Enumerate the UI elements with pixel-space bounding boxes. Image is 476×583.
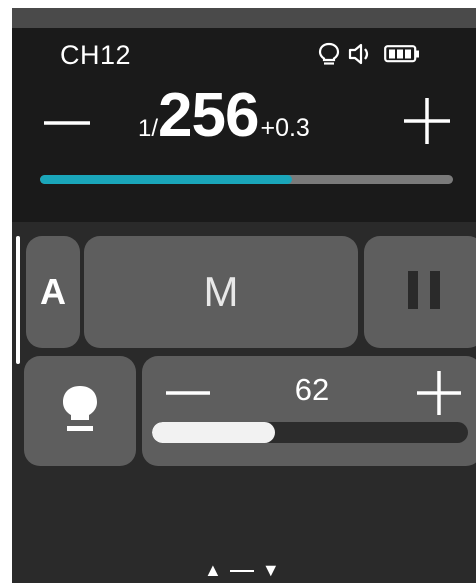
power-decrease-button[interactable]	[164, 378, 212, 408]
modeling-lamp-button[interactable]	[24, 356, 136, 466]
manual-mode-button[interactable]: M	[84, 236, 358, 348]
power-slider-fill	[152, 422, 276, 443]
power-control: 62	[142, 356, 476, 466]
status-icons	[318, 42, 420, 66]
channel-label: CH12	[60, 40, 132, 70]
top-strip	[12, 8, 476, 28]
power-increase-button[interactable]	[414, 368, 464, 418]
auto-mode-label: A	[40, 271, 66, 312]
page-up-arrow[interactable]: ▲	[204, 560, 222, 581]
page-down-arrow[interactable]: ▼	[262, 560, 280, 581]
flash-bulb-icon	[318, 42, 340, 66]
shutter-numerator: 1/	[138, 115, 159, 142]
device-screen: CH12 1/ 256 +0.3 A M 62 ▲ ▼	[12, 8, 476, 583]
auto-mode-button[interactable]: A	[26, 236, 80, 348]
shutter-progress-bar	[40, 175, 453, 184]
shutter-speed-display: 1/ 256 +0.3	[138, 80, 310, 151]
shutter-decrease-button[interactable]	[42, 105, 92, 141]
pause-icon	[404, 269, 444, 316]
exposure-compensation: +0.3	[260, 114, 310, 142]
control-panel: A M 62 ▲ ▼	[12, 222, 476, 583]
manual-mode-label: M	[203, 268, 239, 315]
lamp-icon	[59, 384, 101, 439]
shutter-progress-fill	[40, 175, 292, 184]
page-divider	[229, 569, 254, 572]
page-navigation: ▲ ▼	[204, 560, 280, 581]
pause-button[interactable]	[364, 236, 476, 348]
shutter-denominator: 256	[158, 81, 259, 150]
battery-icon	[384, 45, 420, 63]
shutter-increase-button[interactable]	[402, 96, 452, 146]
power-slider[interactable]	[152, 422, 468, 443]
scroll-indicator[interactable]	[16, 236, 20, 364]
power-value: 62	[294, 372, 330, 407]
speaker-icon	[348, 43, 376, 65]
